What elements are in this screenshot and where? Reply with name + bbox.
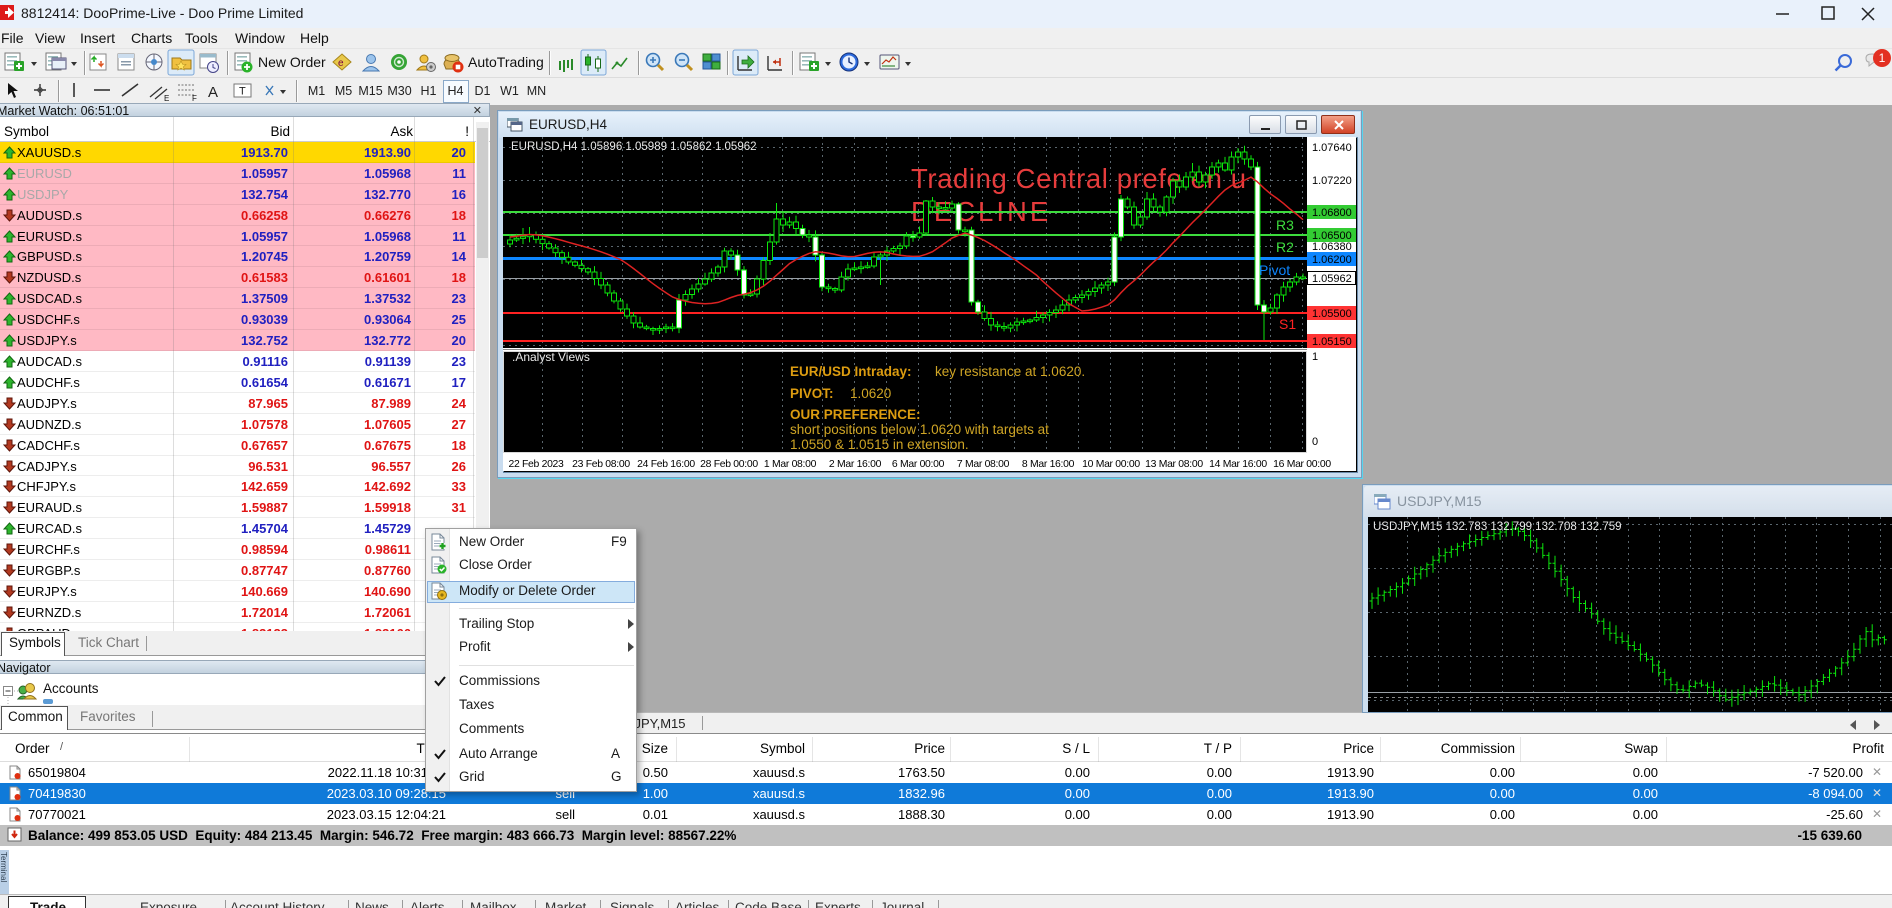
svg-text:W1: W1	[500, 84, 519, 98]
svg-text:0: 0	[1312, 436, 1318, 448]
svg-text:EUR/USD Intraday:: EUR/USD Intraday:	[790, 364, 912, 379]
svg-text:1.07220: 1.07220	[1312, 175, 1352, 187]
svg-text:1.07640: 1.07640	[1312, 142, 1352, 154]
svg-text:24 Feb 16:00: 24 Feb 16:00	[637, 459, 695, 470]
svg-text:1.06200: 1.06200	[1312, 254, 1352, 266]
svg-text:USDJPY,M15 132.783 132.799 13: USDJPY,M15 132.783 132.799 132.708 132.7…	[1373, 521, 1622, 533]
svg-text:Pivot: Pivot	[1259, 262, 1290, 278]
svg-text:6 Mar 00:00: 6 Mar 00:00	[892, 459, 945, 470]
svg-text:1.06800: 1.06800	[1312, 207, 1352, 219]
svg-text:R2: R2	[1276, 239, 1294, 255]
svg-text:MN: MN	[527, 84, 546, 98]
svg-text:1.0550 & 1.0515 in extension.: 1.0550 & 1.0515 in extension.	[790, 437, 969, 452]
svg-text:OUR PREFERENCE:: OUR PREFERENCE:	[790, 407, 921, 422]
svg-text:28 Feb 00:00: 28 Feb 00:00	[700, 459, 758, 470]
svg-text:16 Mar 00:00: 16 Mar 00:00	[1273, 459, 1331, 470]
svg-text:short positions below 1.0620 w: short positions below 1.0620 with target…	[790, 422, 1049, 437]
svg-text:23 Feb 08:00: 23 Feb 08:00	[572, 459, 630, 470]
svg-text:PIVOT:: PIVOT:	[790, 386, 834, 401]
svg-text:EURUSD,H4 1.05896 1.05989 1.0: EURUSD,H4 1.05896 1.05989 1.05862 1.0596…	[511, 141, 757, 153]
svg-text:1.05150: 1.05150	[1312, 336, 1352, 348]
svg-text:1.0620: 1.0620	[850, 386, 891, 401]
svg-text:7 Mar 08:00: 7 Mar 08:00	[957, 459, 1010, 470]
svg-text:1: 1	[1879, 51, 1886, 65]
svg-text:22 Feb 2023: 22 Feb 2023	[508, 459, 564, 470]
svg-text:8 Mar 16:00: 8 Mar 16:00	[1022, 459, 1075, 470]
svg-text:key resistance at 1.0620.: key resistance at 1.0620.	[935, 364, 1085, 379]
svg-text:S1: S1	[1279, 316, 1296, 332]
svg-text:1.05500: 1.05500	[1312, 308, 1352, 320]
svg-text:1 Mar 08:00: 1 Mar 08:00	[764, 459, 817, 470]
svg-text:1.06380: 1.06380	[1312, 241, 1352, 253]
svg-text:14 Mar 16:00: 14 Mar 16:00	[1209, 459, 1267, 470]
svg-text:R3: R3	[1276, 217, 1294, 233]
svg-text:10 Mar 00:00: 10 Mar 00:00	[1082, 459, 1140, 470]
svg-text:13 Mar 08:00: 13 Mar 08:00	[1145, 459, 1203, 470]
svg-text:2 Mar 16:00: 2 Mar 16:00	[829, 459, 882, 470]
svg-text:1.05962: 1.05962	[1312, 273, 1352, 285]
svg-text:1: 1	[1312, 351, 1318, 363]
svg-text:.Analyst Views: .Analyst Views	[512, 350, 590, 364]
